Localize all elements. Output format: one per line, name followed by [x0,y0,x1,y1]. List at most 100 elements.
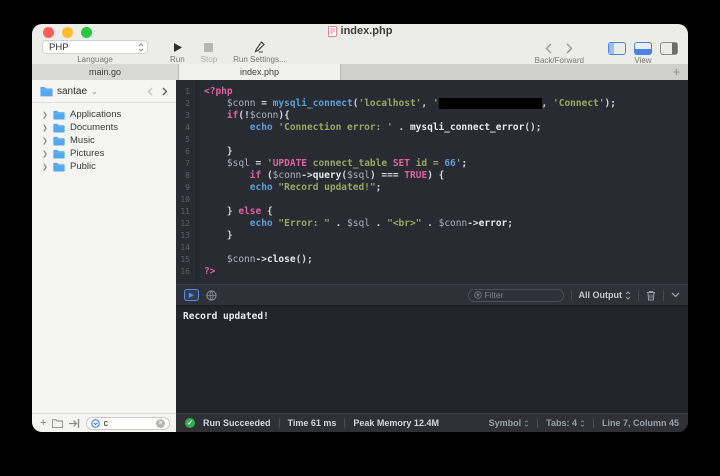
code-text: if ($conn->query($sql) === TRUE) { [249,170,445,181]
scope-filter-icon[interactable] [91,418,101,428]
code-line[interactable]: 3 if(!$conn){ [176,110,688,122]
code-line[interactable]: 13 } [176,230,688,242]
code-editor[interactable]: 1 <?php 2 $conn = mysqli_connect('localhos… [176,80,688,284]
window-title-area: index.php [32,25,688,37]
code-text: $conn->close(); [226,254,313,265]
folder-label: Music [70,135,95,146]
back-button[interactable] [545,43,552,54]
disclosure-chevron-icon[interactable]: ❯ [42,124,48,132]
code-line[interactable]: 11 } else { [176,206,688,218]
clear-search-button[interactable]: ✕ [156,418,165,428]
stop-button[interactable] [204,40,214,54]
console-filter-input[interactable]: Filter [467,288,564,302]
reveal-in-finder-button[interactable] [69,418,80,428]
disclosure-chevron-icon[interactable]: ❯ [42,111,48,119]
folder-icon [53,123,65,132]
sidebar-item-pictures[interactable]: ❯ Pictures [32,147,176,160]
language-label: Language [77,55,113,64]
code-line[interactable]: 15 $conn->close(); [176,254,688,266]
code-line[interactable]: 5 [176,134,688,146]
sidebar-item-documents[interactable]: ❯ Documents [32,121,176,134]
toolbar: PHP Language Run Stop Run Settings... Ba… [32,38,688,65]
collapse-console-button[interactable] [671,292,680,298]
forward-button[interactable] [566,43,573,54]
code-line[interactable]: 16 ?> [176,266,688,278]
sidebar-item-applications[interactable]: ❯ Applications [32,108,176,121]
view-bottom-panel-button[interactable] [634,41,652,55]
folder-icon [53,110,65,119]
code-line[interactable]: 1 <?php [176,86,688,98]
language-select[interactable]: PHP [42,40,148,54]
tab-main-go[interactable]: main.go [32,64,179,80]
clear-console-button[interactable] [646,290,656,301]
gutter-divider [196,80,197,284]
run-settings-label: Run Settings... [233,55,286,64]
run-button[interactable] [172,40,183,54]
tab-width-select[interactable]: Tabs: 4 [546,418,585,428]
output-type-select[interactable]: All Output [579,290,632,300]
new-folder-button[interactable] [52,418,64,428]
sidebar-folder-list: ❯ Applications ❯ Documents ❯ Music ❯ Pictures ❯ P… [32,103,176,413]
code-text: ?> [204,266,216,277]
symbol-select[interactable]: Symbol [489,418,530,428]
view-right-panel-button[interactable] [660,41,678,55]
folder-label: Documents [70,122,119,133]
code-line[interactable]: 2 $conn = mysqli_connect('localhost', ' … [176,98,688,110]
console-output[interactable]: Record updated! [176,306,688,413]
code-line[interactable]: 6 } [176,146,688,158]
line-number: 16 [180,267,190,276]
trash-icon [647,290,655,300]
success-check-icon: ✓ [185,418,195,428]
folder-icon [53,149,65,158]
run-settings-button[interactable] [254,40,265,54]
cursor-position[interactable]: Line 7, Column 45 [602,418,679,428]
file-browser-sidebar: santae ⌄ ❯ Applications ❯ Documents ❯ Music ❯ P… [32,80,176,432]
sidebar-search-input[interactable]: c ✕ [86,416,170,430]
disclosure-chevron-icon[interactable]: ❯ [42,150,48,158]
sidebar-forward-button[interactable] [162,87,168,96]
code-text: echo "Error: " . $sql . "<br>" . $conn->… [249,218,513,229]
sidebar-item-music[interactable]: ❯ Music [32,134,176,147]
line-number: 9 [185,183,190,192]
code-text: $conn = mysqli_connect('localhost', ' , … [226,98,616,109]
sidebar-folder-header[interactable]: santae ⌄ [32,80,176,103]
disclosure-chevron-icon[interactable]: ❯ [42,163,48,171]
line-number: 1 [185,87,190,96]
disclosure-chevron-icon[interactable]: ❯ [42,137,48,145]
line-number: 14 [180,243,190,252]
peak-memory: Peak Memory 12.4M [353,418,439,428]
line-number: 7 [185,159,190,168]
sidebar-back-button[interactable] [147,87,153,96]
console-tab-icon[interactable]: ▶ [184,289,199,301]
language-select-value: PHP [49,41,69,53]
code-line[interactable]: 9 echo "Record updated!"; [176,182,688,194]
code-line[interactable]: 14 [176,242,688,254]
console-filter-placeholder: Filter [484,290,504,300]
sidebar-footer: + c ✕ [32,413,176,432]
line-number: 13 [180,231,190,240]
code-line[interactable]: 8 if ($conn->query($sql) === TRUE) { [176,170,688,182]
line-number: 8 [185,171,190,180]
line-number: 3 [185,111,190,120]
code-text: } [204,230,233,241]
add-file-button[interactable]: + [40,417,46,429]
run-label: Run [170,55,185,64]
code-line[interactable]: 4 echo 'Connection error: ' . mysqli_con… [176,122,688,134]
line-number: 4 [185,123,190,132]
tab-index-php[interactable]: index.php [179,64,341,80]
folder-icon [40,86,53,96]
code-line[interactable]: 7 $sql = 'UPDATE connect_table SET id = … [176,158,688,170]
code-text: echo "Record updated!"; [249,182,382,193]
sidebar-item-public[interactable]: ❯ Public [32,160,176,173]
code-text: $sql = 'UPDATE connect_table SET id = 66… [226,158,468,169]
folder-icon [53,162,65,171]
new-tab-button[interactable]: + [665,64,688,80]
web-view-icon[interactable] [206,289,217,301]
folder-label: Public [70,161,96,172]
code-line[interactable]: 10 [176,194,688,206]
code-text: echo 'Connection error: ' . mysqli_conne… [249,122,542,133]
code-line[interactable]: 12 echo "Error: " . $sql . "<br>" . $con… [176,218,688,230]
view-left-panel-button[interactable] [608,41,626,55]
chevron-up-down-icon [625,290,631,300]
run-time: Time 61 ms [287,418,337,428]
